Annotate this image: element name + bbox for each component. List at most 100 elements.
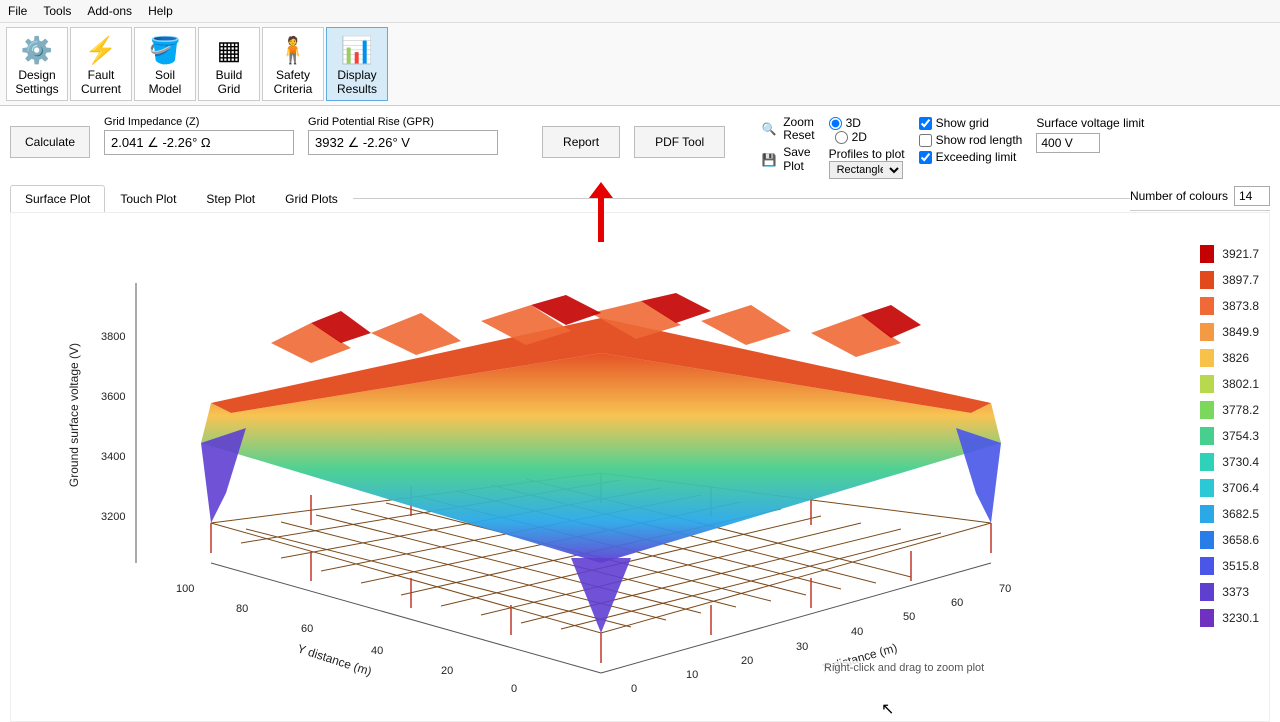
y-tick: 100 <box>176 583 194 595</box>
view-2d-radio[interactable]: 2D <box>835 130 905 144</box>
lbl: Current <box>81 82 121 96</box>
num-colours-label: Number of colours <box>1130 189 1228 203</box>
legend-swatch <box>1200 349 1214 367</box>
tab-step-plot[interactable]: Step Plot <box>191 185 270 212</box>
lbl: Save <box>783 145 810 159</box>
legend-row: 3373 <box>1200 583 1259 601</box>
legend-swatch <box>1200 583 1214 601</box>
legend-row: 3730.4 <box>1200 453 1259 471</box>
x-tick: 50 <box>903 611 915 623</box>
legend-value: 3778.2 <box>1222 403 1259 417</box>
legend-row: 3706.4 <box>1200 479 1259 497</box>
z-tick: 3600 <box>101 391 125 403</box>
lbl: Show rod length <box>936 133 1023 147</box>
legend-value: 3849.9 <box>1222 325 1259 339</box>
x-tick: 60 <box>951 597 963 609</box>
surface-plot-canvas[interactable]: 3800 3600 3400 3200 0 20 40 60 80 100 0 … <box>10 212 1270 722</box>
surface-limit-field[interactable] <box>1036 133 1100 153</box>
menu-addons[interactable]: Add-ons <box>87 4 132 18</box>
x-tick: 10 <box>686 669 698 681</box>
legend-row: 3754.3 <box>1200 427 1259 445</box>
legend-swatch <box>1200 505 1214 523</box>
legend-row: 3802.1 <box>1200 375 1259 393</box>
legend-value: 3921.7 <box>1222 247 1259 261</box>
y-tick: 60 <box>301 623 313 635</box>
profiles-label: Profiles to plot <box>829 147 905 161</box>
y-tick: 40 <box>371 645 383 657</box>
legend-value: 3754.3 <box>1222 429 1259 443</box>
menu-help[interactable]: Help <box>148 4 173 18</box>
legend-value: 3230.1 <box>1222 611 1259 625</box>
legend-swatch <box>1200 297 1214 315</box>
fault-current-button[interactable]: ⚡ FaultCurrent <box>70 27 132 101</box>
calculate-button[interactable]: Calculate <box>10 126 90 158</box>
legend-row: 3230.1 <box>1200 609 1259 627</box>
legend-row: 3515.8 <box>1200 557 1259 575</box>
colour-legend: 3921.7 3897.7 3873.8 3849.9 3826 3802.1 3778.2… <box>1200 245 1259 627</box>
magnifier-icon: 🔍 <box>759 119 779 139</box>
legend-value: 3706.4 <box>1222 481 1259 495</box>
report-button[interactable]: Report <box>542 126 620 158</box>
zoom-reset-button[interactable]: 🔍 ZoomReset <box>759 116 814 142</box>
z-tick: 3400 <box>101 451 125 463</box>
legend-row: 3921.7 <box>1200 245 1259 263</box>
pylon-icon: ⚡ <box>85 35 117 67</box>
legend-value: 3682.5 <box>1222 507 1259 521</box>
lbl: Soil <box>155 68 175 82</box>
z-tick: 3800 <box>101 331 125 343</box>
lbl: Fault <box>88 68 115 82</box>
legend-swatch <box>1200 531 1214 549</box>
build-grid-button[interactable]: ▦ BuildGrid <box>198 27 260 101</box>
z-tick: 3200 <box>101 511 125 523</box>
person-heart-icon: 🧍 <box>277 35 309 67</box>
grid-icon: ▦ <box>217 35 242 67</box>
exceeding-limit-checkbox[interactable]: Exceeding limit <box>919 150 1023 164</box>
legend-value: 3897.7 <box>1222 273 1259 287</box>
legend-row: 3826 <box>1200 349 1259 367</box>
lbl: Exceeding limit <box>936 150 1017 164</box>
legend-swatch <box>1200 245 1214 263</box>
design-settings-button[interactable]: ⚙️ DesignSettings <box>6 27 68 101</box>
legend-row: 3849.9 <box>1200 323 1259 341</box>
gpr-field[interactable] <box>308 130 498 155</box>
legend-value: 3826 <box>1222 351 1249 365</box>
soil-model-button[interactable]: 🪣 SoilModel <box>134 27 196 101</box>
lbl: Reset <box>783 128 814 142</box>
safety-criteria-button[interactable]: 🧍 SafetyCriteria <box>262 27 324 101</box>
y-tick: 20 <box>441 665 453 677</box>
legend-swatch <box>1200 557 1214 575</box>
legend-row: 3658.6 <box>1200 531 1259 549</box>
num-colours-field[interactable] <box>1234 186 1270 206</box>
lbl: Zoom <box>783 115 814 129</box>
menu-file[interactable]: File <box>8 4 27 18</box>
tab-grid-plots[interactable]: Grid Plots <box>270 185 353 212</box>
tab-touch-plot[interactable]: Touch Plot <box>105 185 191 212</box>
legend-swatch <box>1200 271 1214 289</box>
lbl: Plot <box>783 159 804 173</box>
display-results-button[interactable]: 📊 DisplayResults <box>326 27 388 101</box>
lbl: Results <box>337 82 377 96</box>
pdf-tool-button[interactable]: PDF Tool <box>634 126 725 158</box>
tab-surface-plot[interactable]: Surface Plot <box>10 185 105 212</box>
save-icon: 💾 <box>759 150 779 170</box>
surface-chart-icon: 📊 <box>341 35 373 67</box>
lbl: Build <box>216 68 243 82</box>
legend-swatch <box>1200 453 1214 471</box>
lbl: 3D <box>846 116 861 130</box>
lbl: Safety <box>276 68 310 82</box>
show-rod-length-checkbox[interactable]: Show rod length <box>919 133 1023 147</box>
plot-hint: Right-click and drag to zoom plot <box>821 661 987 675</box>
menu-tools[interactable]: Tools <box>43 4 71 18</box>
legend-value: 3873.8 <box>1222 299 1259 313</box>
show-grid-checkbox[interactable]: Show grid <box>919 116 1023 130</box>
legend-value: 3373 <box>1222 585 1249 599</box>
legend-swatch <box>1200 609 1214 627</box>
lbl: Model <box>149 82 182 96</box>
save-plot-button[interactable]: 💾 SavePlot <box>759 146 814 172</box>
impedance-field[interactable] <box>104 130 294 155</box>
profiles-select[interactable]: Rectangle <box>829 161 903 179</box>
lbl: Settings <box>15 82 58 96</box>
view-3d-radio[interactable]: 3D <box>829 116 905 130</box>
x-tick: 0 <box>631 683 637 695</box>
x-tick: 30 <box>796 641 808 653</box>
